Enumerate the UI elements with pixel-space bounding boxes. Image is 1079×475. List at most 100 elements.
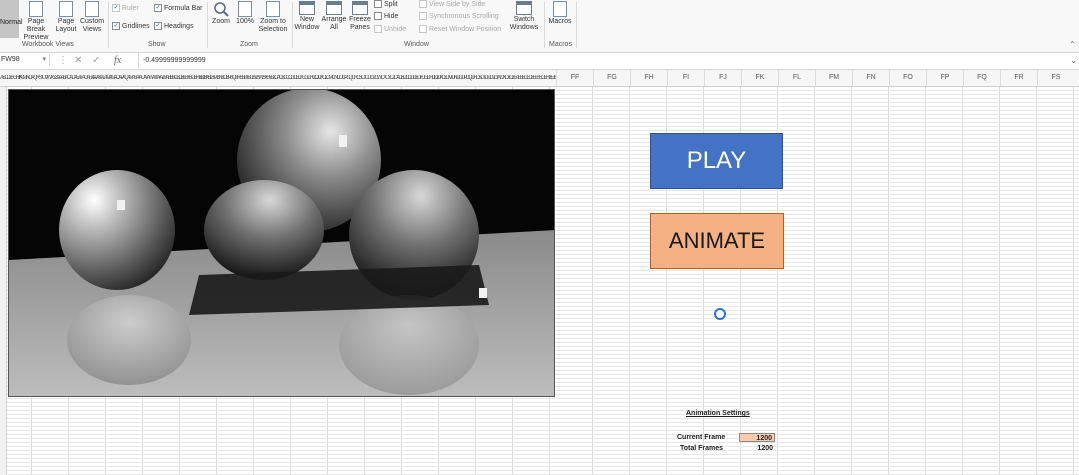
ruler-check-icon: ✓ xyxy=(112,4,120,12)
page-layout-icon xyxy=(59,1,73,17)
column-header[interactable]: FG xyxy=(593,70,630,86)
custom-views-button[interactable]: Custom Views xyxy=(79,1,105,34)
unhide-label: Unhide xyxy=(384,25,407,33)
synchronous-scrolling-button[interactable]: Synchronous Scrolling xyxy=(419,12,499,20)
formula-bar: FW98 ▾ ⋮ ✕ ✓ fx -0.49999999999999 ⌄ xyxy=(0,53,1079,70)
freeze-panes-icon xyxy=(352,1,368,15)
formula-bar-label: Formula Bar xyxy=(164,4,203,12)
animation-settings-title: Animation Settings xyxy=(686,410,750,417)
column-header[interactable]: FR xyxy=(1000,70,1037,86)
ribbon-view-tab: Normal Page Break Preview Page Layout Cu… xyxy=(0,0,1079,53)
formula-options-icon: ⋮ xyxy=(58,55,68,66)
column-header[interactable]: FP xyxy=(926,70,963,86)
total-frames-cell[interactable]: 1200 xyxy=(739,444,775,453)
group-divider xyxy=(292,2,293,48)
group-divider xyxy=(207,2,208,48)
new-window-button[interactable]: New Window xyxy=(294,1,320,32)
zoom-100-icon xyxy=(238,1,252,17)
normal-view-button[interactable]: Normal xyxy=(0,0,23,38)
synchronous-scrolling-label: Synchronous Scrolling xyxy=(429,12,499,20)
custom-views-icon xyxy=(85,1,99,17)
expand-formula-bar-icon[interactable]: ⌄ xyxy=(1070,53,1077,68)
page-break-preview-icon xyxy=(29,1,43,17)
macros-label: Macros xyxy=(548,18,572,25)
macros-icon xyxy=(553,1,567,17)
page-layout-button[interactable]: Page Layout xyxy=(55,1,77,34)
split-icon xyxy=(374,0,382,8)
freeze-panes-button[interactable]: Freeze Panes xyxy=(348,1,372,32)
reset-window-position-button[interactable]: Reset Window Position xyxy=(419,25,501,33)
column-header[interactable]: FK xyxy=(741,70,778,86)
column-header[interactable]: FN xyxy=(852,70,889,86)
arrange-all-icon xyxy=(326,1,342,15)
collapse-ribbon-icon[interactable]: ⌃ xyxy=(1069,40,1076,49)
synchronous-scrolling-icon xyxy=(419,12,427,20)
cancel-icon[interactable]: ✕ xyxy=(74,53,82,68)
enter-icon[interactable]: ✓ xyxy=(92,53,100,68)
view-side-by-side-button[interactable]: View Side by Side xyxy=(419,0,485,8)
view-side-by-side-label: View Side by Side xyxy=(429,0,486,8)
ruler-checkbox[interactable]: ✓ Ruler xyxy=(112,4,139,12)
column-header[interactable]: FI xyxy=(667,70,704,86)
split-button[interactable]: Split xyxy=(374,0,398,8)
gridlines-checkbox[interactable]: ✓ Gridlines xyxy=(112,22,150,30)
zoom-100-button[interactable]: 100% xyxy=(234,1,256,26)
headings-checkbox[interactable]: ✓ Headings xyxy=(154,22,194,30)
zoom-to-selection-button[interactable]: Zoom to Selection xyxy=(257,1,289,34)
page-break-preview-button[interactable]: Page Break Preview xyxy=(20,1,52,42)
row-headers[interactable] xyxy=(0,87,7,475)
macros-button[interactable]: Macros xyxy=(547,1,573,26)
play-button[interactable]: PLAY xyxy=(650,133,783,189)
column-header[interactable]: FF xyxy=(556,70,593,86)
column-header[interactable]: FO xyxy=(889,70,926,86)
formula-bar-checkbox[interactable]: ✓ Formula Bar xyxy=(154,4,203,12)
new-window-label: New Window xyxy=(294,16,320,31)
zoom-to-selection-icon xyxy=(266,1,280,17)
group-label-macros: Macros xyxy=(549,41,572,48)
column-header[interactable]: FL xyxy=(778,70,815,86)
unhide-button[interactable]: Unhide xyxy=(374,25,406,33)
arrange-all-button[interactable]: Arrange All xyxy=(321,1,347,32)
name-box[interactable]: FW98 ▾ xyxy=(0,54,50,66)
headings-label: Headings xyxy=(164,22,194,30)
page-layout-label: Page Layout xyxy=(55,18,77,33)
group-label-show: Show xyxy=(148,41,166,48)
zoom-100-label: 100% xyxy=(236,18,254,25)
render-output-image xyxy=(8,89,555,397)
arrange-all-label: Arrange All xyxy=(321,16,347,31)
formula-input[interactable]: -0.49999999999999 xyxy=(138,53,1073,68)
reset-window-position-icon xyxy=(419,25,427,33)
freeze-panes-label: Freeze Panes xyxy=(349,16,371,31)
column-header-strip[interactable]: ABCDEFGHIJKLMNOPQRSTUVWXYZAAABACADAEAFAG… xyxy=(0,75,556,81)
raytraced-spheres-image xyxy=(9,90,554,396)
group-divider xyxy=(576,2,577,48)
zoom-button[interactable]: Zoom xyxy=(210,1,232,26)
insert-function-icon[interactable]: fx xyxy=(114,53,121,68)
gridlines-label: Gridlines xyxy=(122,22,150,30)
split-label: Split xyxy=(384,0,398,8)
column-header[interactable]: FJ xyxy=(704,70,741,86)
column-headers: ABCDEFGHIJKLMNOPQRSTUVWXYZAAABACADAEAFAG… xyxy=(0,70,1079,87)
switch-windows-button[interactable]: Switch Windows xyxy=(507,1,541,32)
group-divider xyxy=(108,2,109,48)
zoom-label: Zoom xyxy=(212,18,230,25)
group-label-window: Window xyxy=(404,41,429,48)
column-header[interactable]: FQ xyxy=(963,70,1000,86)
column-header[interactable]: FM xyxy=(815,70,852,86)
headings-check-icon: ✓ xyxy=(154,22,162,30)
column-header[interactable]: FH xyxy=(630,70,667,86)
hide-icon xyxy=(374,12,382,20)
animate-button[interactable]: ANIMATE xyxy=(650,213,784,269)
group-label-workbook-views: Workbook Views xyxy=(22,41,74,48)
current-frame-cell[interactable]: 1200 xyxy=(739,433,775,442)
magnifier-icon xyxy=(214,2,229,17)
name-box-dropdown-icon[interactable]: ▾ xyxy=(42,54,46,66)
group-divider xyxy=(544,2,545,48)
custom-views-label: Custom Views xyxy=(79,18,105,33)
view-side-by-side-icon xyxy=(419,0,427,8)
total-frames-label: Total Frames xyxy=(680,445,724,452)
current-frame-label: Current Frame xyxy=(677,434,726,441)
column-header[interactable]: FS xyxy=(1037,70,1074,86)
hide-button[interactable]: Hide xyxy=(374,12,398,20)
reset-window-position-label: Reset Window Position xyxy=(429,25,501,33)
